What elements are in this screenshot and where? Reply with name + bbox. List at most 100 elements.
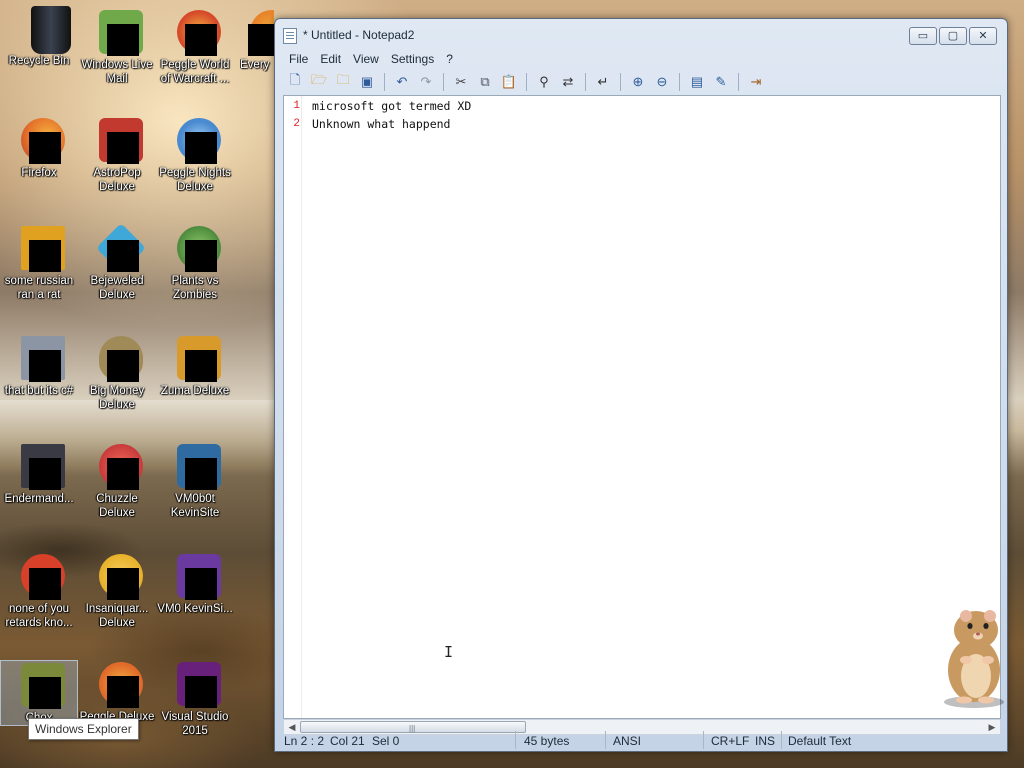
status-separator	[703, 731, 704, 749]
desktop-icon-vm0-kevinsite[interactable]: VM0 KevinSi...	[156, 552, 234, 616]
close-button[interactable]: ✕	[969, 27, 997, 45]
menu-edit[interactable]: Edit	[314, 49, 347, 69]
status-bar: Ln 2 : 2 Col 21 Sel 0 45 bytes ANSI CR+L…	[275, 725, 1007, 753]
menu-bar: File Edit View Settings ?	[283, 49, 999, 69]
bejeweled-icon	[93, 223, 146, 273]
toolbar-separator	[620, 73, 621, 91]
editor-line[interactable]: Unknown what happend	[312, 117, 450, 131]
desktop-icon-every[interactable]: Every	[240, 8, 274, 72]
status-separator	[781, 731, 782, 749]
status-line-ending[interactable]: CR+LF	[711, 734, 749, 748]
customize-icon[interactable]: ✎	[710, 71, 732, 93]
status-selection: Sel 0	[372, 734, 400, 748]
maximize-button[interactable]: ▢	[939, 27, 967, 45]
astropop-icon	[93, 116, 143, 164]
vm-icon	[171, 442, 221, 490]
title-bar[interactable]: * Untitled - Notepad2 ▭ ▢ ✕	[275, 19, 1007, 49]
desktop-icon-peggle-wow[interactable]: Peggle World of Warcraft ...	[156, 8, 234, 86]
status-separator	[515, 731, 516, 749]
desktop-icon-peggle-deluxe[interactable]: Peggle Deluxe	[78, 660, 156, 724]
desktop-icon-label: Visual Studio 2015	[161, 711, 229, 737]
status-insert-mode[interactable]: INS	[755, 734, 775, 748]
menu-file[interactable]: File	[283, 49, 314, 69]
desktop-icon-firefox[interactable]: Firefox	[0, 116, 78, 180]
desktop-icon-label: Big Money Deluxe	[89, 385, 145, 411]
desktop-icon-recycle-bin[interactable]: Recycle Bin	[0, 4, 78, 68]
peggle-wow-icon	[171, 8, 221, 56]
text-cursor-icon: I	[444, 643, 454, 661]
desktop-icon-label: Peggle World of Warcraft ...	[160, 59, 230, 85]
desktop-icon-russian-rat[interactable]: some russian ran a rat	[0, 224, 78, 302]
desktop-icon-astropop[interactable]: AstroPop Deluxe	[78, 116, 156, 194]
desktop-icon-plants-vs-zombies[interactable]: Plants vs Zombies	[156, 224, 234, 302]
find-icon[interactable]: ⚲	[533, 71, 555, 93]
menu-view[interactable]: View	[347, 49, 385, 69]
line-number-gutter	[284, 96, 302, 718]
zoom-in-icon[interactable]: ⊕	[627, 71, 649, 93]
toolbar-separator	[526, 73, 527, 91]
editor-line[interactable]: microsoft got termed XD	[312, 99, 471, 113]
word-wrap-icon[interactable]: ↵	[592, 71, 614, 93]
desktop-icon-big-money[interactable]: Big Money Deluxe	[78, 334, 156, 412]
redo-icon[interactable]: ↷	[415, 71, 437, 93]
desktop-icon-insaniquarium[interactable]: Insaniquar... Deluxe	[78, 552, 156, 630]
copy-icon[interactable]: ⧉	[474, 71, 496, 93]
status-column: Col 21	[330, 734, 365, 748]
menu-settings[interactable]: Settings	[385, 49, 440, 69]
desktop-icon-that-but-its-csharp[interactable]: that but its c#	[0, 334, 78, 398]
desktop-icon-label: Recycle Bin	[8, 55, 70, 67]
view-scheme-icon[interactable]: ▤	[686, 71, 708, 93]
window-title: * Untitled - Notepad2	[303, 28, 415, 42]
desktop-icon-label: that but its c#	[4, 385, 74, 397]
java-file-icon	[15, 224, 65, 272]
line-number: 1	[293, 100, 300, 112]
undo-icon[interactable]: ↶	[391, 71, 413, 93]
chox-icon	[15, 661, 65, 709]
minimize-button[interactable]: ▭	[909, 27, 937, 45]
status-scheme[interactable]: Default Text	[788, 734, 851, 748]
desktop-icon-label: Insaniquar... Deluxe	[85, 603, 149, 629]
zuma-icon	[171, 334, 221, 382]
desktop-icon-label: VM0b0t KevinSite	[170, 493, 220, 519]
exit-icon[interactable]: ⇥	[745, 71, 767, 93]
desktop-icon-label: Endermand...	[4, 493, 74, 505]
notepad-app-icon[interactable]	[283, 28, 297, 44]
desktop-icon-bejeweled[interactable]: Bejeweled Deluxe	[78, 223, 156, 302]
peggle-icon	[93, 660, 143, 708]
tooltip: Windows Explorer	[28, 718, 139, 740]
recycle-bin-icon	[15, 4, 71, 54]
desktop-icon-label: Firefox	[21, 167, 57, 179]
desktop-icon-label: Plants vs Zombies	[171, 275, 219, 301]
status-separator	[605, 731, 606, 749]
open-folder-icon[interactable]: 🗁	[308, 71, 330, 93]
desktop-icon-endermand[interactable]: Endermand...	[0, 442, 78, 506]
paste-icon[interactable]: 📋	[498, 71, 520, 93]
save-icon[interactable]: ▣	[356, 71, 378, 93]
chrome-icon	[15, 552, 65, 600]
desktop-icon-chox[interactable]: Chox	[0, 660, 78, 726]
status-size: 45 bytes	[524, 734, 570, 748]
text-editor[interactable]: 1 microsoft got termed XD 2 Unknown what…	[283, 95, 1001, 719]
desktop-icon-label: Windows Live Mail	[81, 59, 153, 85]
desktop-icon-vm0b0t[interactable]: VM0b0t KevinSite	[156, 442, 234, 520]
zoom-out-icon[interactable]: ⊖	[651, 71, 673, 93]
folder-stack-icon	[15, 334, 65, 382]
replace-icon[interactable]: ⇄	[557, 71, 579, 93]
new-file-icon[interactable]: 🗋	[284, 71, 306, 93]
desktop-icon-peggle-nights[interactable]: Peggle Nights Deluxe	[156, 116, 234, 194]
desktop-icon-label: some russian ran a rat	[4, 275, 74, 301]
status-encoding[interactable]: ANSI	[613, 734, 641, 748]
menu-help[interactable]: ?	[440, 49, 459, 69]
desktop-icon-windows-live-mail[interactable]: Windows Live Mail	[78, 8, 156, 86]
desktop-icon-none-of-you[interactable]: none of you retards kno...	[0, 552, 78, 630]
browse-icon[interactable]: 🗀	[332, 71, 354, 93]
mail-icon	[93, 8, 143, 56]
cut-icon[interactable]: ✂	[450, 71, 472, 93]
terminal-icon	[15, 442, 65, 490]
money-bag-icon	[93, 334, 143, 382]
desktop-icon-chuzzle[interactable]: Chuzzle Deluxe	[78, 442, 156, 520]
desktop-icon-visual-studio[interactable]: Visual Studio 2015	[156, 660, 234, 738]
line-number: 2	[293, 118, 300, 130]
desktop-icon-zuma[interactable]: Zuma Deluxe	[156, 334, 234, 398]
hamster-pet-icon[interactable]	[936, 604, 1008, 708]
